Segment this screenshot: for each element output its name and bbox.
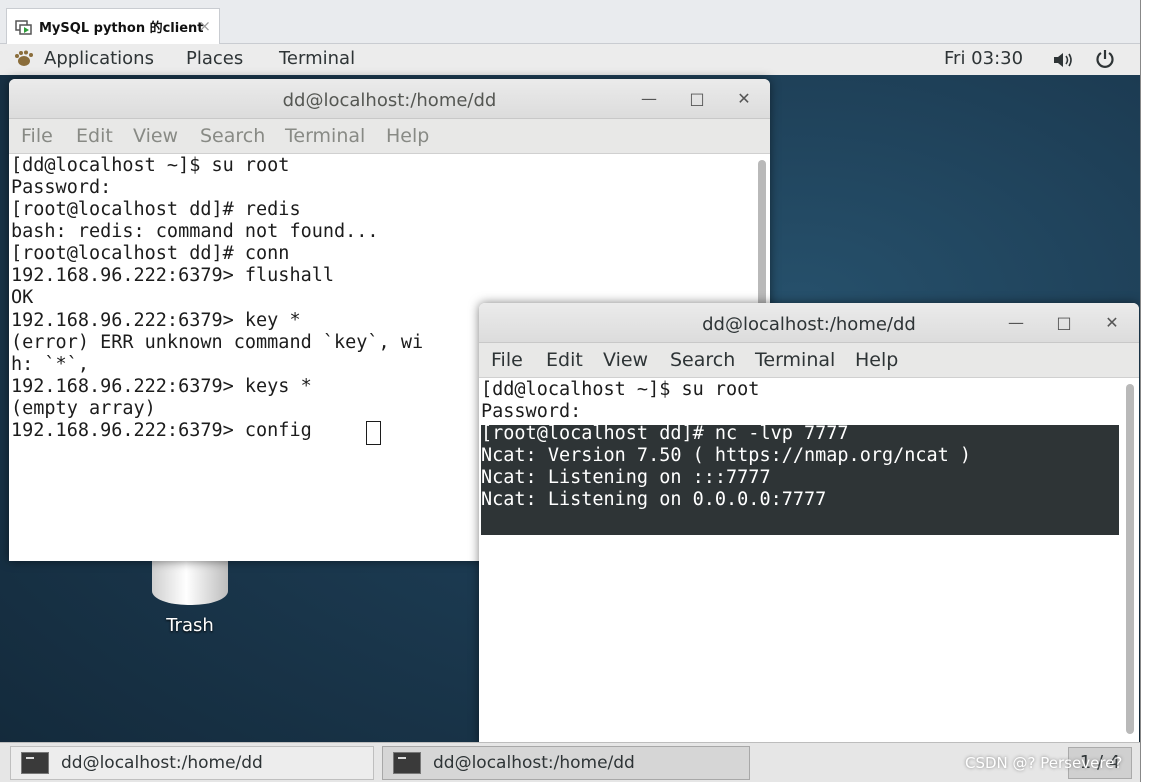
terminal-output[interactable]: [dd@localhost ~]$ su root Password: [roo…	[479, 378, 1139, 745]
terminal-icon	[393, 752, 421, 774]
menu-edit[interactable]: Edit	[546, 349, 583, 371]
terminal-line: [root@localhost dd]# redis	[11, 199, 301, 220]
watermark: CSDN @? Persevere?	[965, 754, 1123, 772]
close-button[interactable]: ✕	[732, 87, 756, 111]
terminal-app-menu[interactable]: Terminal	[279, 48, 355, 69]
terminal-line: [dd@localhost ~]$ su root	[11, 155, 290, 176]
taskbar-window-label: dd@localhost:/home/dd	[61, 753, 263, 773]
terminal-line: h: `*`,	[11, 354, 89, 375]
terminal-menubar: File Edit View Search Terminal Help	[9, 119, 770, 154]
terminal-menubar: File Edit View Search Terminal Help	[479, 343, 1139, 378]
terminal-line: 192.168.96.222:6379> flushall	[11, 265, 335, 286]
terminal-line: [root@localhost dd]# conn	[11, 243, 290, 264]
maximize-button[interactable]: □	[1052, 311, 1076, 335]
maximize-button[interactable]: □	[685, 87, 709, 111]
vm-tab[interactable]: MySQL python 的client ×	[6, 8, 220, 44]
vm-tab-title: MySQL python 的client	[39, 21, 204, 36]
tab-close-icon[interactable]: ×	[198, 17, 211, 35]
terminal-line: 192.168.96.222:6379> config	[11, 420, 323, 441]
trash-desktop-icon[interactable]: Trash	[150, 559, 230, 636]
menu-edit[interactable]: Edit	[76, 125, 113, 147]
taskbar-window-button[interactable]: dd@localhost:/home/dd	[382, 746, 750, 780]
vm-icon	[15, 18, 33, 36]
terminal-cursor	[366, 421, 381, 445]
menu-help[interactable]: Help	[855, 349, 898, 371]
terminal-line: bash: redis: command not found...	[11, 221, 379, 242]
guest-desktop: Applications Places Terminal Fri 03:30 T…	[0, 44, 1140, 782]
applications-menu[interactable]: Applications	[12, 48, 154, 69]
terminal-window-foreground[interactable]: dd@localhost:/home/dd — □ ✕ File Edit Vi…	[479, 303, 1139, 745]
host-window-edge	[1140, 0, 1149, 782]
terminal-line: Ncat: Listening on 0.0.0.0:7777	[481, 489, 827, 510]
minimize-button[interactable]: —	[637, 87, 661, 111]
speaker-icon[interactable]	[1052, 50, 1076, 75]
close-button[interactable]: ✕	[1100, 311, 1124, 335]
terminal-line: 192.168.96.222:6379> key *	[11, 310, 301, 331]
taskbar-window-label: dd@localhost:/home/dd	[433, 753, 635, 773]
window-title: dd@localhost:/home/dd	[702, 314, 916, 335]
terminal-line: Ncat: Listening on :::7777	[481, 467, 771, 488]
power-icon[interactable]	[1094, 48, 1116, 75]
menu-file[interactable]: File	[21, 125, 53, 147]
menu-terminal[interactable]: Terminal	[285, 125, 365, 147]
terminal-line: Password:	[481, 401, 582, 422]
top-panel: Applications Places Terminal Fri 03:30	[0, 44, 1140, 75]
terminal-line: (empty array)	[11, 398, 156, 419]
vm-tab-strip: MySQL python 的client ×	[0, 0, 1140, 44]
terminal-line: 192.168.96.222:6379> keys *	[11, 376, 312, 397]
window-titlebar[interactable]: dd@localhost:/home/dd — □ ✕	[9, 79, 770, 119]
menu-terminal[interactable]: Terminal	[755, 349, 835, 371]
trash-icon	[152, 559, 228, 605]
applications-label: Applications	[44, 48, 154, 69]
terminal-line: (error) ERR unknown command `key`, wi	[11, 332, 424, 353]
window-titlebar[interactable]: dd@localhost:/home/dd — □ ✕	[479, 303, 1139, 343]
terminal-line: Password:	[11, 177, 112, 198]
minimize-button[interactable]: —	[1004, 311, 1028, 335]
menu-file[interactable]: File	[491, 349, 523, 371]
gnome-foot-icon	[12, 50, 34, 68]
menu-help[interactable]: Help	[386, 125, 429, 147]
trash-label: Trash	[166, 615, 214, 636]
terminal-line: [root@localhost dd]# nc -lvp 7777	[481, 423, 849, 444]
scrollbar[interactable]	[1126, 384, 1134, 734]
places-menu[interactable]: Places	[186, 48, 243, 69]
terminal-line: [dd@localhost ~]$ su root	[481, 379, 760, 400]
terminal-line: OK	[11, 287, 34, 308]
terminal-line: Ncat: Version 7.50 ( https://nmap.org/nc…	[481, 445, 972, 466]
menu-search[interactable]: Search	[670, 349, 735, 371]
menu-view[interactable]: View	[603, 349, 648, 371]
menu-search[interactable]: Search	[200, 125, 265, 147]
menu-view[interactable]: View	[133, 125, 178, 147]
taskbar-window-button[interactable]: dd@localhost:/home/dd	[10, 746, 374, 780]
terminal-icon	[21, 752, 49, 774]
clock[interactable]: Fri 03:30	[944, 48, 1023, 69]
